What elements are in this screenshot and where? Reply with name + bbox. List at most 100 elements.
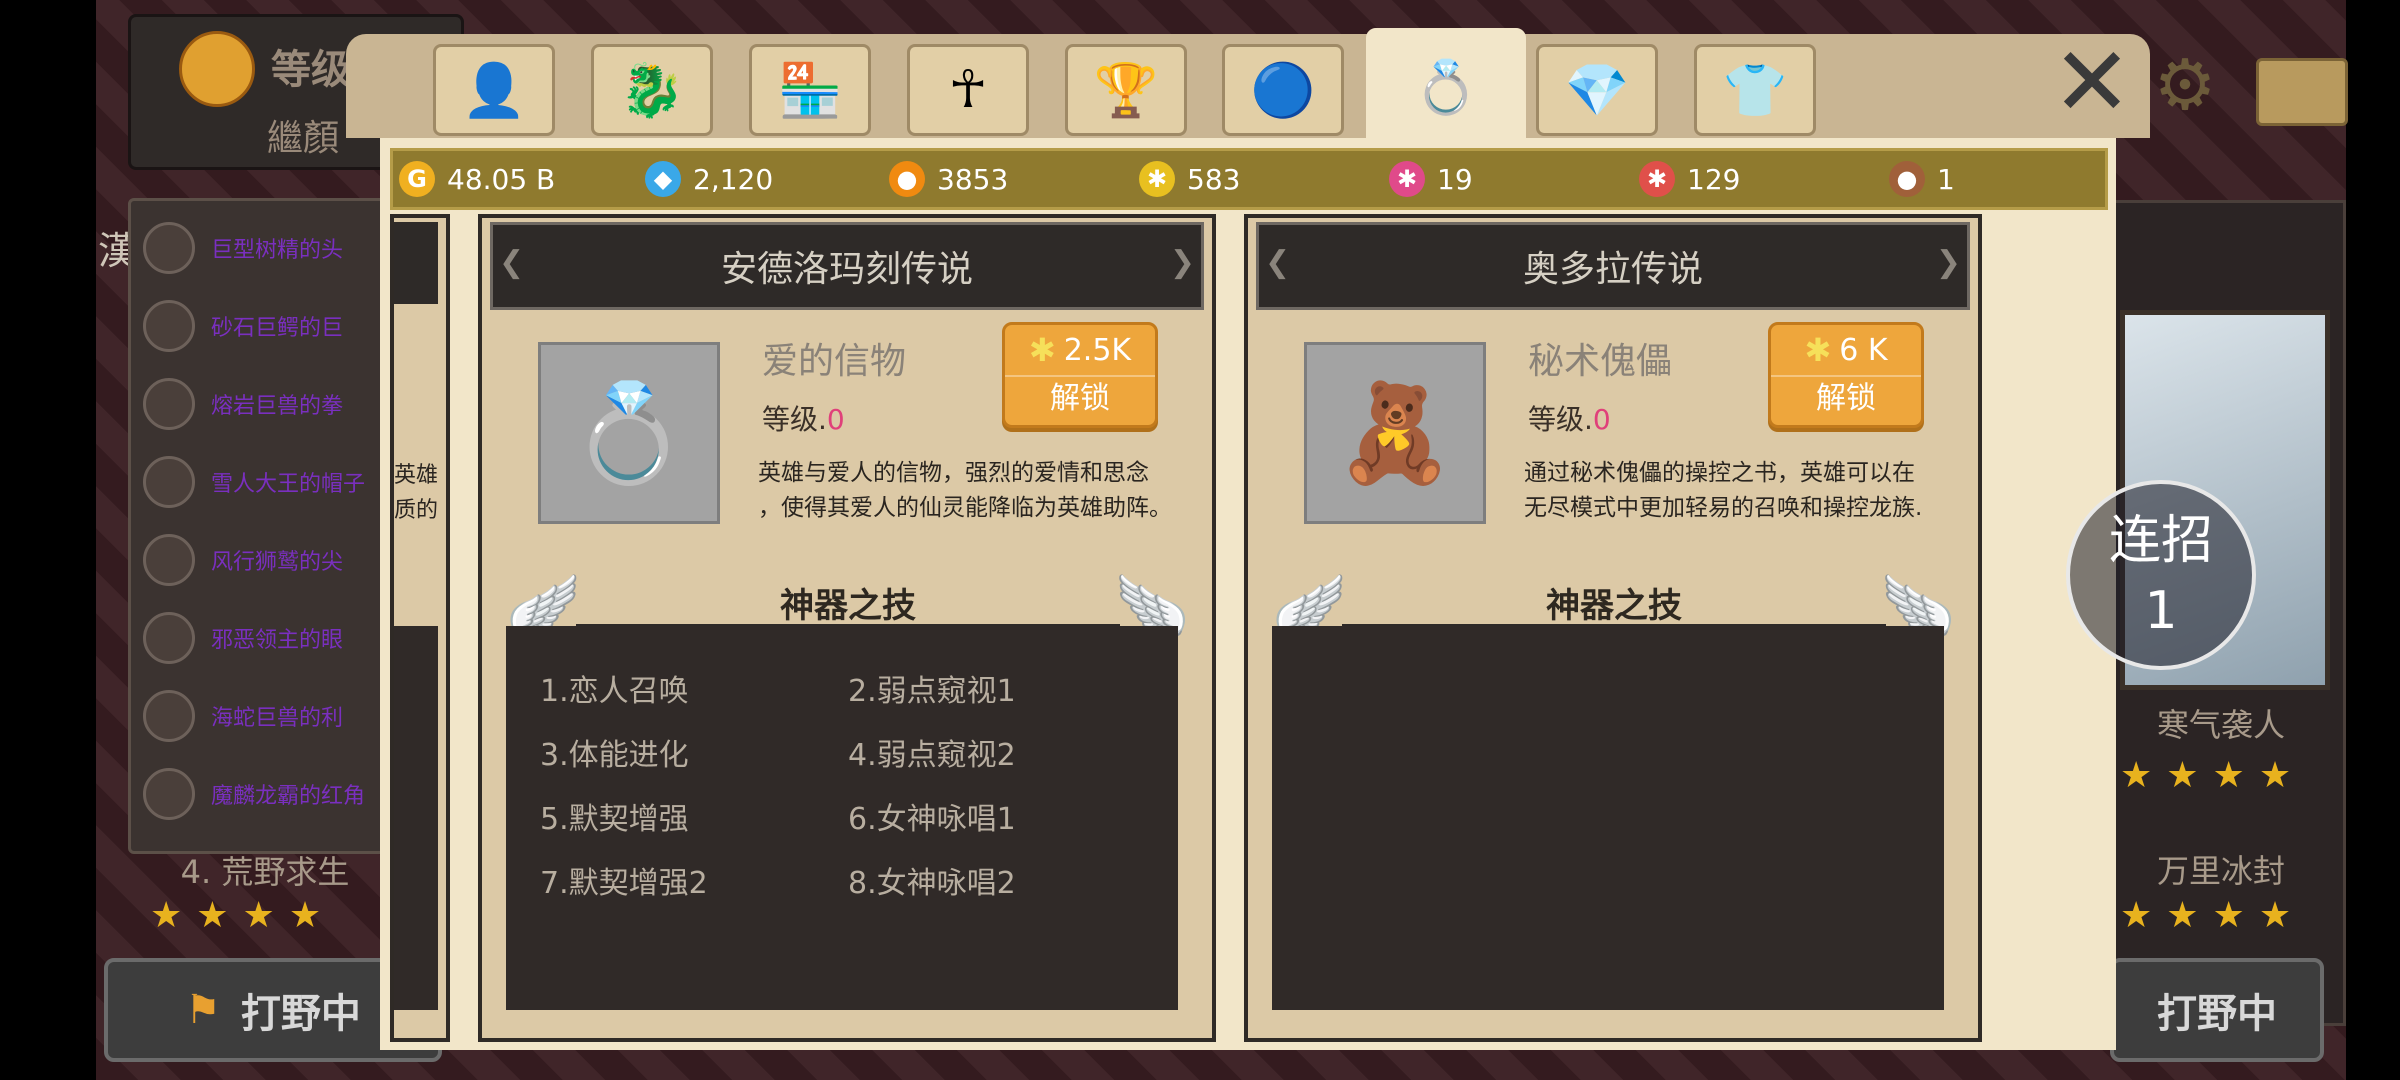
outfit-icon: 👕 bbox=[1722, 60, 1788, 121]
player-sublabel: 繼顏 bbox=[267, 118, 340, 159]
resource-value: 129 bbox=[1687, 162, 1741, 196]
resource-value: 2,120 bbox=[693, 162, 774, 196]
unlock-cost: 6 K bbox=[1839, 332, 1888, 368]
gem-tab[interactable]: 💎 bbox=[1536, 44, 1658, 136]
artifact-name: 秘术傀儡 bbox=[1528, 341, 1673, 382]
unlock-button[interactable]: ✱ 2.5K 解锁 bbox=[1002, 322, 1158, 428]
beast-tab[interactable]: 🐉 bbox=[591, 44, 713, 136]
resource-bar: G 48.05 B ◆ 2,120 ● 3853 ✱ 583 ✱ 19 ✱ 129 ● 1 bbox=[390, 148, 2108, 210]
artifact-icon: 💍 bbox=[569, 376, 689, 489]
right-hunting-button[interactable]: 打野中 bbox=[2110, 958, 2324, 1062]
ankh-icon: ☥ bbox=[948, 60, 988, 120]
artifact-card: 奥多拉传说 🧸 秘术傀儡等级.0 ✱6 K 解锁通过秘术傀儡的操控之书，英雄可以在无尽模… bbox=[1244, 214, 1982, 1042]
left-list-item-label: 海蛇巨兽的利 bbox=[211, 706, 344, 731]
left-list-item-label: 巨型树精的头 bbox=[211, 238, 344, 263]
skill-item[interactable]: 7.默契增强2 bbox=[540, 858, 708, 902]
artifact-name: 爱的信物 bbox=[762, 341, 907, 382]
puzzle-icon: ✱ bbox=[1804, 331, 1832, 369]
partial-card-title bbox=[394, 222, 438, 304]
card-title: 奥多拉传说 bbox=[1256, 222, 1970, 310]
left-hunting-button-label: 打野中 bbox=[240, 991, 361, 1037]
resource-value: 1 bbox=[1937, 162, 1955, 196]
resource-item: G 48.05 B bbox=[399, 151, 555, 207]
item-icon bbox=[143, 612, 195, 664]
flag-icon: ⚑ bbox=[185, 987, 221, 1033]
left-list-item-label: 邪恶领主的眼 bbox=[211, 628, 344, 653]
shop-tab[interactable]: 🏪 bbox=[749, 44, 871, 136]
level-value: 0 bbox=[826, 403, 845, 436]
artifact-icon: 🧸 bbox=[1335, 376, 1455, 489]
resource-item: ● 1 bbox=[1889, 151, 1955, 207]
orb-icon: 🔵 bbox=[1250, 60, 1316, 121]
trophy-tab[interactable]: 🏆 bbox=[1065, 44, 1187, 136]
skill-item[interactable]: 3.体能进化 bbox=[540, 730, 689, 774]
close-icon[interactable]: ✕ bbox=[2052, 26, 2132, 138]
resource-value: 3853 bbox=[937, 162, 1009, 196]
resource-icon: ✱ bbox=[1389, 161, 1425, 197]
skill-item[interactable]: 8.女神咏唱2 bbox=[848, 858, 1016, 902]
resource-icon: ✱ bbox=[1639, 161, 1675, 197]
item-icon bbox=[143, 222, 195, 274]
item-icon bbox=[143, 534, 195, 586]
artifact-item-icon[interactable]: 🧸 bbox=[1304, 342, 1486, 524]
artifact-item-icon[interactable]: 💍 bbox=[538, 342, 720, 524]
resource-item: ● 3853 bbox=[889, 151, 1008, 207]
skill-title: 神器之技 bbox=[780, 586, 916, 626]
skill-item[interactable]: 6.女神咏唱1 bbox=[848, 794, 1016, 838]
partial-card-skillbox bbox=[394, 626, 438, 1010]
unlock-label: 解锁 bbox=[1005, 375, 1155, 421]
skill-title: 神器之技 bbox=[1546, 586, 1682, 626]
left-list-item-label: 魔麟龙霸的红角 bbox=[211, 784, 366, 809]
resource-value: 19 bbox=[1437, 162, 1473, 196]
ankh-tab[interactable]: ☥ bbox=[907, 44, 1029, 136]
hero-tab[interactable]: 👤 bbox=[433, 44, 555, 136]
card-title: 安德洛玛刻传说 bbox=[490, 222, 1204, 310]
item-icon bbox=[143, 768, 195, 820]
right-stars-1: ★★★★ bbox=[2120, 755, 2306, 796]
partial-card-left: 英雄 质的 bbox=[390, 214, 450, 1042]
skill-item[interactable]: 5.默契增强 bbox=[540, 794, 689, 838]
shop-icon: 🏪 bbox=[777, 60, 843, 121]
resource-item: ✱ 19 bbox=[1389, 151, 1473, 207]
resource-icon: ◆ bbox=[645, 161, 681, 197]
right-stars-2: ★★★★ bbox=[2120, 895, 2306, 936]
left-list-item-label: 雪人大王的帽子 bbox=[211, 472, 366, 497]
combo-button[interactable]: 连招 1 bbox=[2066, 480, 2256, 670]
left-stars: ★★★★ bbox=[150, 895, 336, 936]
artifact-level: 等级.0 bbox=[762, 398, 845, 438]
right-stage-label-1: 寒气袭人 bbox=[2156, 706, 2285, 744]
outfit-tab[interactable]: 👕 bbox=[1694, 44, 1816, 136]
skill-list: 1.恋人召唤 2.弱点窥视1 3.体能进化 4.弱点窥视2 5.默契增强 6.女神咏唱1 7… bbox=[506, 626, 1178, 1010]
resource-icon: ● bbox=[1889, 161, 1925, 197]
partial-desc-line: 质的 bbox=[394, 498, 439, 523]
gem-icon: 💎 bbox=[1564, 60, 1630, 121]
artifact-description: 英雄与爱人的信物，强烈的爱情和思念 ，使得其爱人的仙灵能降临为英雄助阵。 bbox=[758, 456, 1198, 526]
settings-gear-icon[interactable]: ⚙ bbox=[2150, 44, 2220, 126]
description-line: ，使得其爱人的仙灵能降临为英雄助阵。 bbox=[758, 495, 1172, 521]
level-label: 等级 bbox=[271, 47, 351, 93]
beast-icon: 🐉 bbox=[619, 60, 685, 121]
skill-item[interactable]: 4.弱点窥视2 bbox=[848, 730, 1016, 774]
partial-desc-line: 英雄 bbox=[394, 463, 439, 488]
item-icon bbox=[143, 300, 195, 352]
unlock-button[interactable]: ✱ 6 K 解锁 bbox=[1768, 322, 1924, 428]
artifact-card: 安德洛玛刻传说 💍 爱的信物等级.0 ✱2.5K 解锁英雄与爱人的信物，强烈的爱情和思念… bbox=[478, 214, 1216, 1042]
skill-item[interactable]: 2.弱点窥视1 bbox=[848, 666, 1016, 710]
item-icon bbox=[143, 456, 195, 508]
resource-icon: ● bbox=[889, 161, 925, 197]
hero-icon: 👤 bbox=[461, 60, 527, 121]
artifact-tab[interactable]: 💍 bbox=[1366, 28, 1526, 146]
level-label: 等级. bbox=[1528, 403, 1593, 436]
puzzle-icon: ✱ bbox=[1028, 331, 1056, 369]
level-value: 0 bbox=[1592, 403, 1611, 436]
description-line: 无尽模式中更加轻易的召唤和操控龙族. bbox=[1524, 495, 1923, 521]
artifact-description: 通过秘术傀儡的操控之书，英雄可以在 无尽模式中更加轻易的召唤和操控龙族. bbox=[1524, 456, 1964, 526]
trophy-icon: 🏆 bbox=[1093, 60, 1159, 121]
item-icon bbox=[143, 690, 195, 742]
unlock-label: 解锁 bbox=[1771, 375, 1921, 421]
orb-tab[interactable]: 🔵 bbox=[1222, 44, 1344, 136]
skill-item[interactable]: 1.恋人召唤 bbox=[540, 666, 689, 710]
mail-icon[interactable] bbox=[2256, 58, 2348, 126]
description-line: 通过秘术傀儡的操控之书，英雄可以在 bbox=[1524, 460, 1915, 486]
partial-card-desc: 英雄 质的 bbox=[394, 458, 438, 528]
